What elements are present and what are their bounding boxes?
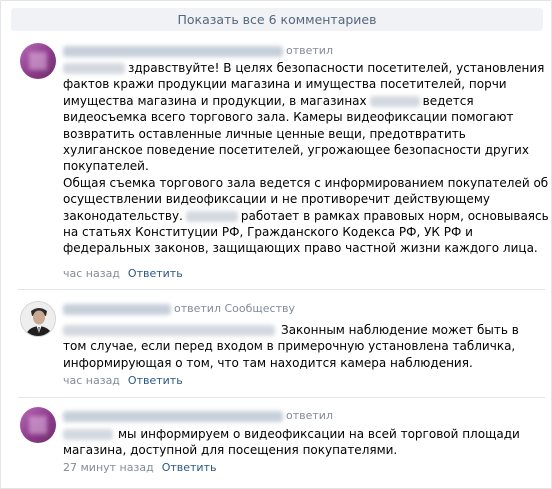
comment-line: хулиганское поведение посетителей, угрож… bbox=[63, 143, 529, 158]
comment-time[interactable]: час назад bbox=[63, 374, 120, 387]
comment-line: магазина, доступной для посещения покупа… bbox=[63, 443, 398, 458]
comment-line: фактов кражи продукции магазина и имущес… bbox=[63, 77, 507, 92]
comment-line: информирующая о том, что там находится к… bbox=[63, 355, 473, 370]
store-name-redacted bbox=[369, 95, 420, 107]
author-name-redacted[interactable] bbox=[63, 45, 283, 57]
recipient-name-redacted[interactable] bbox=[63, 429, 113, 440]
comment-line: видеосъемка всего торгового зала. Камеры… bbox=[63, 110, 514, 125]
comment-line: на статьях Конституции РФ, Гражданского … bbox=[63, 225, 473, 240]
show-all-comments-button[interactable]: Показать все 6 комментариев bbox=[11, 8, 543, 31]
reply-button[interactable]: Ответить bbox=[128, 267, 183, 280]
comment-line: здравствуйте! В целях безопасности посет… bbox=[63, 60, 545, 76]
replied-label: ответил Сообществу bbox=[174, 302, 295, 315]
person-photo-icon bbox=[21, 302, 55, 336]
comment-line: покупателей. bbox=[63, 159, 149, 174]
company-name-redacted bbox=[185, 210, 238, 222]
recipient-name-redacted[interactable] bbox=[63, 63, 125, 74]
reply-button[interactable]: Ответить bbox=[162, 461, 217, 474]
avatar[interactable] bbox=[20, 43, 56, 79]
comment-meta: 27 минут назад Ответить bbox=[63, 460, 216, 476]
comment-text: мы информируем о видеофиксации на всей т… bbox=[63, 426, 545, 459]
replied-label: ответил bbox=[286, 44, 333, 57]
comment-line: федеральных законов, защищающих право ча… bbox=[63, 241, 538, 256]
comment-text: здравствуйте! В целях безопасности посет… bbox=[63, 60, 549, 257]
avatar[interactable] bbox=[20, 301, 56, 337]
comment-line: имущества магазина и продукции, в магази… bbox=[63, 93, 474, 108]
author-name-redacted[interactable] bbox=[63, 410, 283, 422]
comments-panel: Показать все 6 комментариев ответил здра… bbox=[0, 0, 552, 489]
divider bbox=[18, 289, 545, 290]
comment-line: законодательству. работает в рамках право… bbox=[63, 208, 549, 223]
comment-header: ответил bbox=[63, 43, 333, 59]
comment-header: ответил bbox=[63, 408, 333, 424]
comment-line: Законным наблюдение может быть в bbox=[63, 322, 545, 338]
comment-time[interactable]: 27 минут назад bbox=[63, 461, 154, 474]
comment-text: Законным наблюдение может быть в том слу… bbox=[63, 322, 545, 371]
comment-line: Общая съемка торгового зала ведется с ин… bbox=[63, 175, 549, 190]
comment-line: мы информируем о видеофиксации на всей т… bbox=[63, 426, 545, 442]
avatar[interactable] bbox=[20, 407, 56, 443]
comment-line: том случае, если перед входом в примероч… bbox=[63, 339, 516, 354]
comment-line: осуществлении видеофиксации и не противо… bbox=[63, 192, 490, 207]
comment-meta: час назад Ответить bbox=[63, 373, 183, 389]
comment-header: ответил Сообществу bbox=[63, 301, 295, 317]
divider bbox=[18, 397, 545, 398]
comment-time[interactable]: час назад bbox=[63, 267, 120, 280]
author-name-redacted[interactable] bbox=[63, 303, 171, 315]
reply-button[interactable]: Ответить bbox=[128, 374, 183, 387]
recipient-name-redacted[interactable] bbox=[63, 325, 275, 336]
comment-meta: час назад Ответить bbox=[63, 266, 183, 282]
comment-line: возвратить оставленные личные ценные вещ… bbox=[63, 126, 466, 141]
replied-label: ответил bbox=[286, 409, 333, 422]
